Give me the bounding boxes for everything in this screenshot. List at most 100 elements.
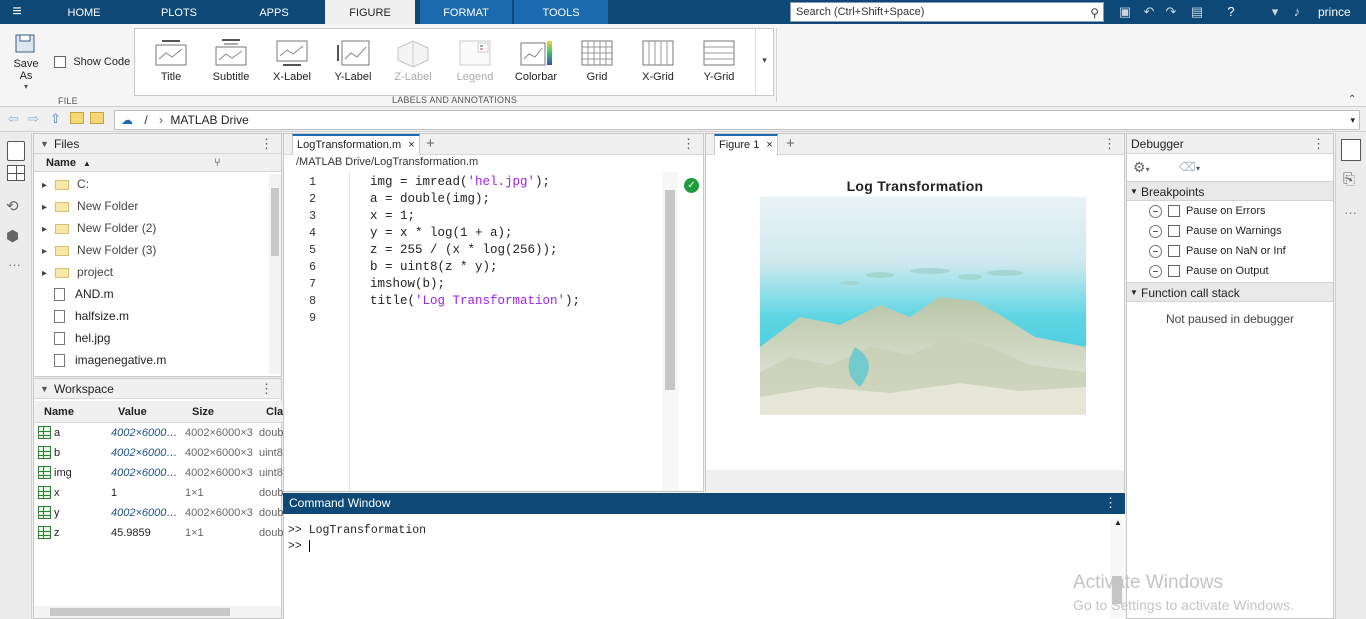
code-line[interactable]: a = double(img); xyxy=(370,191,490,208)
workspace-rail-icon[interactable] xyxy=(7,165,25,181)
xlabel-button[interactable]: X-Label xyxy=(264,33,320,93)
zlabel-button[interactable]: Z-Label xyxy=(385,33,441,93)
code-area[interactable]: 1 img = imread('hel.jpg'); 2 a = double(img… xyxy=(284,174,662,492)
call-stack-section[interactable]: ▼ Function call stack xyxy=(1127,282,1333,302)
expand-arrow-icon[interactable]: ▸ xyxy=(42,224,47,235)
editor-tab[interactable]: LogTransformation.m × xyxy=(292,134,420,155)
undo-icon[interactable]: ↶ xyxy=(1140,3,1158,21)
workspace-row[interactable]: b 4002×6000… 4002×6000×3 uint8 xyxy=(34,443,283,463)
up-folder-icon[interactable]: ⇧ xyxy=(50,111,61,127)
more-rail-icon[interactable]: ··· xyxy=(8,257,21,272)
workspace-hscrollbar[interactable] xyxy=(34,606,281,618)
show-code-checkbox[interactable] xyxy=(54,55,66,68)
file-list-item[interactable]: ▸ New Folder (2) xyxy=(34,217,267,239)
ws-col-class[interactable]: Cla xyxy=(266,401,283,423)
files-menu-icon[interactable]: ⋮ xyxy=(260,134,273,154)
colorbar-button[interactable]: Colorbar xyxy=(508,33,564,93)
tab-plots[interactable]: PLOTS xyxy=(142,0,216,24)
pause-on-errors-checkbox[interactable] xyxy=(1168,205,1180,218)
current-folder-path[interactable]: ☁ / › MATLAB Drive ▾ xyxy=(114,110,1360,130)
title-button[interactable]: Title xyxy=(143,33,199,93)
search-input[interactable]: Search (Ctrl+Shift+Space) ⚲ xyxy=(790,2,1104,22)
workspace-menu-icon[interactable]: ⋮ xyxy=(260,379,273,399)
browse-folder-icon[interactable] xyxy=(70,112,84,124)
file-list-item[interactable]: hel.jpg xyxy=(34,327,267,349)
figure-tab[interactable]: Figure 1 × xyxy=(714,134,778,155)
pause-on-errors[interactable]: Pause on Errors xyxy=(1149,201,1265,221)
new-tab-plus-icon[interactable]: + xyxy=(426,134,435,154)
collapse-icon[interactable]: ▼ xyxy=(40,379,49,399)
editor-scroll-thumb[interactable] xyxy=(665,190,675,390)
profiler-rail-icon[interactable]: ⎘ xyxy=(1343,171,1355,188)
gallery-expand-icon[interactable]: ▾ xyxy=(755,29,773,95)
save-as-button[interactable]: Save As ▾ xyxy=(6,32,46,91)
history-rail-icon[interactable]: ⟲ xyxy=(6,197,19,215)
file-list-item[interactable]: AND.m xyxy=(34,283,267,305)
debugger-settings-gear-icon[interactable]: ⚙▾ xyxy=(1133,159,1150,176)
git-icon[interactable]: ⑂ xyxy=(214,154,221,172)
expand-arrow-icon[interactable]: ▸ xyxy=(42,180,47,191)
no-issues-check-icon[interactable]: ✓ xyxy=(684,178,699,193)
addons-rail-icon[interactable]: ⬢ xyxy=(6,227,19,245)
collapse-toolstrip-icon[interactable]: ⌃ xyxy=(1348,94,1356,105)
path-folder[interactable]: MATLAB Drive xyxy=(170,113,248,127)
files-scrollbar[interactable] xyxy=(269,174,281,374)
close-icon[interactable]: × xyxy=(766,139,772,151)
tab-home[interactable]: HOME xyxy=(48,0,120,24)
expand-arrow-icon[interactable]: ▸ xyxy=(42,246,47,257)
ws-col-name[interactable]: Name xyxy=(44,401,74,423)
forward-arrow-icon[interactable]: ⇨ xyxy=(28,111,39,127)
pause-on-warnings[interactable]: Pause on Warnings xyxy=(1149,221,1282,241)
path-dropdown-icon[interactable]: ▾ xyxy=(1350,111,1355,129)
tab-format[interactable]: FORMAT xyxy=(420,0,512,24)
clear-breakpoints-icon[interactable]: ⌫▾ xyxy=(1179,160,1200,174)
file-list-item[interactable]: ▸ New Folder (3) xyxy=(34,239,267,261)
workspace-row[interactable]: x 1 1×1 doub xyxy=(34,483,283,503)
subtitle-button[interactable]: Subtitle xyxy=(203,33,259,93)
file-list-item[interactable]: ▸ C: xyxy=(34,173,267,195)
files-column-header[interactable]: Name ▲ ⑂ xyxy=(34,154,281,172)
command-window-menu-icon[interactable]: ⋮ xyxy=(1104,493,1117,513)
new-figure-plus-icon[interactable]: + xyxy=(786,134,795,154)
file-list-item[interactable]: ▸ New Folder xyxy=(34,195,267,217)
community-icon[interactable]: ▾ xyxy=(1266,3,1284,21)
new-folder-icon[interactable] xyxy=(90,112,104,124)
tab-apps[interactable]: APPS xyxy=(238,0,310,24)
debugger-menu-icon[interactable]: ⋮ xyxy=(1312,134,1325,154)
pause-on-nan-inf[interactable]: Pause on NaN or Inf xyxy=(1149,241,1286,261)
editor-scrollbar[interactable] xyxy=(662,172,678,491)
file-browser-rail-icon[interactable] xyxy=(7,141,25,161)
ygrid-button[interactable]: Y-Grid xyxy=(691,33,747,93)
code-line[interactable]: img = imread('hel.jpg'); xyxy=(370,174,550,191)
grid-button[interactable]: Grid xyxy=(569,33,625,93)
file-list-item[interactable]: ▸ project xyxy=(34,261,267,283)
path-root[interactable]: / xyxy=(144,113,147,127)
scroll-up-icon[interactable]: ▲ xyxy=(1114,518,1122,527)
figure-image[interactable] xyxy=(760,197,1086,415)
workspace-row[interactable]: img 4002×6000… 4002×6000×3 uint8 xyxy=(34,463,283,483)
redo-icon[interactable]: ↷ xyxy=(1162,3,1180,21)
legend-button[interactable]: Legend xyxy=(447,33,503,93)
code-line[interactable]: title('Log Transformation'); xyxy=(370,293,580,310)
debugger-rail-icon[interactable] xyxy=(1341,139,1361,161)
user-name[interactable]: prince xyxy=(1318,3,1351,21)
help-icon[interactable]: ? xyxy=(1222,3,1240,21)
file-list-item[interactable]: halfsize.m xyxy=(34,305,267,327)
breakpoints-section[interactable]: ▼ Breakpoints xyxy=(1127,181,1333,201)
command-prompt[interactable]: >> xyxy=(288,540,310,553)
expand-arrow-icon[interactable]: ▸ xyxy=(42,202,47,213)
code-line[interactable]: y = x * log(1 + a); xyxy=(370,225,513,242)
file-list-item[interactable]: imagenegative.m xyxy=(34,349,267,368)
code-line[interactable]: z = 255 / (x * log(256)); xyxy=(370,242,558,259)
tab-figure[interactable]: FIGURE xyxy=(325,0,415,24)
workspace-row[interactable]: a 4002×6000… 4002×6000×3 doub xyxy=(34,423,283,443)
workspace-row[interactable]: y 4002×6000… 4002×6000×3 doub xyxy=(34,503,283,523)
search-icon[interactable]: ⚲ xyxy=(1090,4,1099,22)
back-arrow-icon[interactable]: ⇦ xyxy=(8,111,19,127)
figure-menu-icon[interactable]: ⋮ xyxy=(1103,134,1116,154)
ylabel-button[interactable]: Y-Label xyxy=(325,33,381,93)
notification-bell-icon[interactable]: ♪ xyxy=(1288,3,1306,21)
ws-col-size[interactable]: Size xyxy=(192,401,214,423)
code-line[interactable]: b = uint8(z * y); xyxy=(370,259,498,276)
pause-on-output[interactable]: Pause on Output xyxy=(1149,261,1269,281)
